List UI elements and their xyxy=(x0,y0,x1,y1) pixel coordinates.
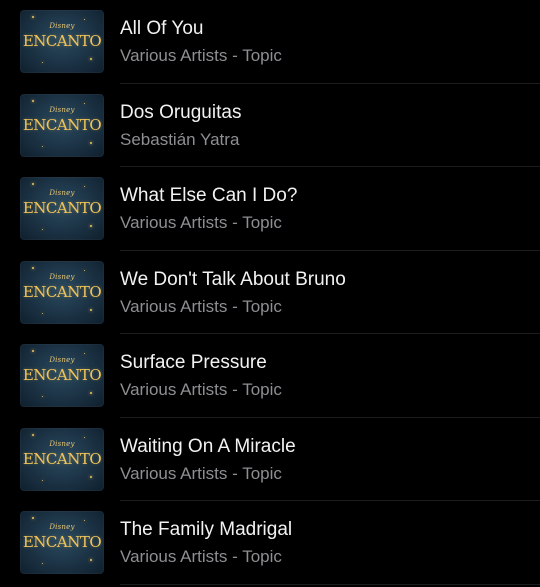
sparkle-decoration xyxy=(90,475,92,478)
track-title[interactable]: What Else Can I Do? xyxy=(120,185,297,207)
disney-logo: Disney xyxy=(49,439,75,448)
encanto-logo: ENCANTO xyxy=(22,32,102,50)
track-title[interactable]: We Don't Talk About Bruno xyxy=(120,269,346,291)
album-artwork[interactable]: Disney ENCANTO xyxy=(20,511,104,574)
sparkle-decoration xyxy=(32,517,34,519)
album-artwork[interactable]: Disney ENCANTO xyxy=(20,344,104,407)
sparkle-decoration xyxy=(90,559,92,561)
row-divider xyxy=(120,583,540,585)
track-title[interactable]: The Family Madrigal xyxy=(120,519,292,541)
disney-logo: Disney xyxy=(49,189,75,197)
track-title[interactable]: Surface Pressure xyxy=(120,352,267,374)
sparkle-decoration xyxy=(42,479,43,481)
disney-logo: Disney xyxy=(49,356,75,364)
sparkle-decoration xyxy=(42,312,43,314)
track-artist[interactable]: Various Artists - Topic xyxy=(120,297,282,317)
disney-logo: Disney xyxy=(49,523,75,531)
track-title[interactable]: All Of You xyxy=(120,18,203,40)
track-row[interactable]: Disney ENCANTO All Of You Various Artist… xyxy=(0,0,540,84)
encanto-logo: ENCANTO xyxy=(22,449,102,468)
track-artist[interactable]: Sebastián Yatra xyxy=(120,130,239,150)
disney-logo: Disney xyxy=(49,272,75,281)
track-title[interactable]: Waiting On A Miracle xyxy=(120,436,296,458)
track-artist[interactable]: Various Artists - Topic xyxy=(120,46,282,66)
album-artwork[interactable]: Disney ENCANTO xyxy=(20,10,104,73)
encanto-logo: ENCANTO xyxy=(22,533,102,551)
album-artwork[interactable]: Disney ENCANTO xyxy=(20,427,104,491)
sparkle-decoration xyxy=(42,396,43,397)
encanto-logo: ENCANTO xyxy=(22,199,102,217)
sparkle-decoration xyxy=(90,141,92,144)
track-row[interactable]: Disney ENCANTO What Else Can I Do? Vario… xyxy=(0,167,540,251)
track-row[interactable]: Disney ENCANTO Dos Oruguitas Sebastián Y… xyxy=(0,84,540,167)
sparkle-decoration xyxy=(84,102,85,104)
sparkle-decoration xyxy=(42,62,43,63)
sparkle-decoration xyxy=(84,19,85,20)
track-row[interactable]: Disney ENCANTO We Don't Talk About Bruno… xyxy=(0,251,540,334)
sparkle-decoration xyxy=(90,392,92,394)
track-list: Disney ENCANTO All Of You Various Artist… xyxy=(0,0,540,587)
encanto-logo: ENCANTO xyxy=(22,366,102,384)
album-artwork[interactable]: Disney ENCANTO xyxy=(20,93,104,157)
sparkle-decoration xyxy=(90,225,92,227)
sparkle-decoration xyxy=(32,16,34,18)
sparkle-decoration xyxy=(32,350,34,352)
track-artist[interactable]: Various Artists - Topic xyxy=(120,213,282,233)
sparkle-decoration xyxy=(42,229,43,230)
sparkle-decoration xyxy=(84,186,85,187)
album-artwork[interactable]: Disney ENCANTO xyxy=(20,260,104,324)
track-row[interactable]: Disney ENCANTO Surface Pressure Various … xyxy=(0,334,540,418)
track-artist[interactable]: Various Artists - Topic xyxy=(120,464,282,484)
album-artwork[interactable]: Disney ENCANTO xyxy=(20,177,104,240)
track-artist[interactable]: Various Artists - Topic xyxy=(120,380,282,400)
sparkle-decoration xyxy=(32,183,34,185)
track-row[interactable]: Disney ENCANTO Waiting On A Miracle Vari… xyxy=(0,418,540,501)
sparkle-decoration xyxy=(32,266,34,269)
sparkle-decoration xyxy=(32,433,34,436)
sparkle-decoration xyxy=(42,145,43,147)
encanto-logo: ENCANTO xyxy=(22,282,102,301)
sparkle-decoration xyxy=(90,308,92,311)
sparkle-decoration xyxy=(90,58,92,60)
track-title[interactable]: Dos Oruguitas xyxy=(120,102,241,124)
sparkle-decoration xyxy=(84,353,85,354)
sparkle-decoration xyxy=(42,563,43,564)
sparkle-decoration xyxy=(84,269,85,271)
sparkle-decoration xyxy=(32,99,34,102)
encanto-logo: ENCANTO xyxy=(22,115,102,134)
sparkle-decoration xyxy=(84,436,85,438)
track-artist[interactable]: Various Artists - Topic xyxy=(120,547,282,567)
track-row[interactable]: Disney ENCANTO The Family Madrigal Vario… xyxy=(0,501,540,585)
sparkle-decoration xyxy=(84,520,85,521)
disney-logo: Disney xyxy=(49,22,75,30)
disney-logo: Disney xyxy=(49,105,75,114)
